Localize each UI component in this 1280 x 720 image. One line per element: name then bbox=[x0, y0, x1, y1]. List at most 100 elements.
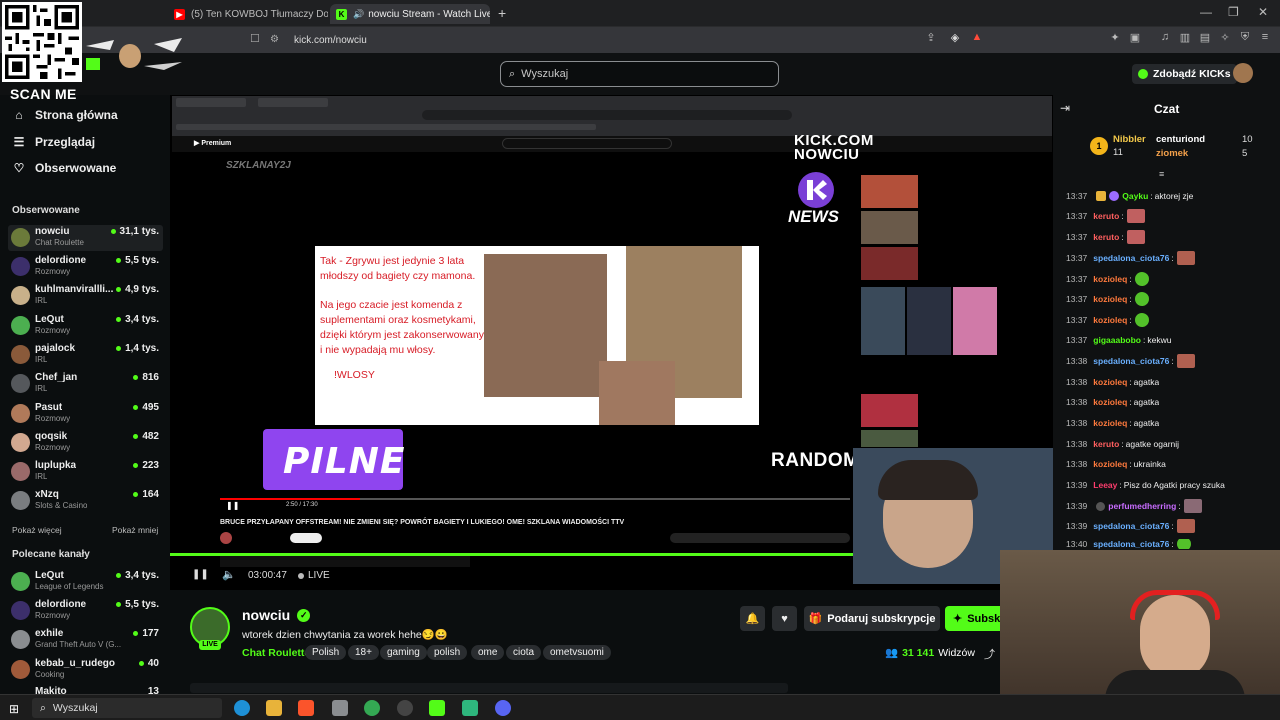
followed-channel-item[interactable]: xNzq Slots & Casino 164 bbox=[8, 488, 163, 514]
message-user[interactable]: kozioleq bbox=[1093, 459, 1127, 469]
message-user[interactable]: keruto bbox=[1093, 232, 1119, 242]
followed-channel-item[interactable]: qoqsik Rozmowy 482 bbox=[8, 430, 163, 456]
message-user[interactable]: Leeay bbox=[1093, 480, 1117, 490]
youtube-logo-icon: ▶ Premium bbox=[194, 140, 232, 147]
message-user[interactable]: Qayku bbox=[1122, 191, 1148, 201]
user-avatar[interactable] bbox=[1233, 63, 1253, 83]
tag-chip[interactable]: ometvsuomi bbox=[543, 645, 611, 660]
message-user[interactable]: kozioleq bbox=[1093, 315, 1127, 325]
vpn-icon[interactable]: ⛨ bbox=[1238, 31, 1252, 45]
close-window-icon[interactable]: ✕ bbox=[1258, 5, 1268, 19]
share-icon[interactable]: ⇪ bbox=[924, 31, 938, 45]
subscribe-button[interactable]: ✦ Subsk bbox=[945, 606, 1005, 631]
recommended-channel-item[interactable]: exhile Grand Theft Auto V (G... 177 bbox=[8, 627, 163, 653]
channel-name-heading[interactable]: nowciu ✓ bbox=[242, 607, 311, 623]
browser-tab-kick[interactable]: K 🔊 nowciu Stream - Watch Live o ✕ bbox=[330, 4, 490, 24]
nav-following[interactable]: ♡ Obserwowane bbox=[12, 158, 117, 178]
obs-icon[interactable] bbox=[397, 700, 413, 716]
recommended-channel-item[interactable]: LeQut League of Legends 3,4 tys. bbox=[8, 569, 163, 595]
tab-label: nowciu Stream - Watch Live o bbox=[368, 8, 490, 20]
tag-chip[interactable]: ome bbox=[471, 645, 505, 660]
nav-home[interactable]: ⌂ Strona główna bbox=[12, 105, 117, 125]
message-user[interactable]: spedalona_ciota76 bbox=[1093, 356, 1169, 366]
tag-chip[interactable]: polish bbox=[427, 645, 468, 660]
discord-icon[interactable] bbox=[495, 700, 511, 716]
wallet-icon[interactable]: ▤ bbox=[1198, 31, 1212, 45]
menu-icon[interactable]: ≡ bbox=[1258, 31, 1272, 45]
message-user[interactable]: spedalona_ciota76 bbox=[1093, 521, 1169, 531]
kick-app-icon[interactable] bbox=[429, 700, 445, 716]
message-user[interactable]: kozioleq bbox=[1093, 294, 1127, 304]
message-user[interactable]: kozioleq bbox=[1093, 418, 1127, 428]
search-input[interactable]: ⌕ Wyszukaj bbox=[500, 61, 779, 87]
followed-channel-item[interactable]: kuhlmanvirallli... IRL 4,9 tys. bbox=[8, 283, 163, 309]
notification-bell-button[interactable]: 🔔 bbox=[740, 606, 765, 631]
sidebar-icon[interactable]: ▥ bbox=[1178, 31, 1192, 45]
share-icon[interactable]: ⤴ bbox=[984, 646, 995, 662]
breaking-news-banner: PILNE bbox=[263, 429, 404, 490]
message-user[interactable]: keruto bbox=[1093, 439, 1119, 449]
url-field[interactable]: ⚙ kick.com/nowciu bbox=[270, 31, 367, 49]
collapse-chat-icon[interactable]: ⇥ bbox=[1060, 101, 1070, 115]
recommended-channel-item[interactable]: delordione Rozmowy 5,5 tys. bbox=[8, 598, 163, 624]
channel-name: Pasut bbox=[35, 402, 63, 413]
followed-channel-item[interactable]: nowciu Chat Roulette 31,1 tys. bbox=[8, 225, 163, 251]
show-less-link[interactable]: Pokaż mniej bbox=[112, 525, 158, 535]
screenshot-icon[interactable]: ▣ bbox=[1128, 31, 1142, 45]
tag-chip[interactable]: ciota bbox=[506, 645, 542, 660]
tag-chip[interactable]: 18+ bbox=[348, 645, 379, 660]
chrome-icon[interactable] bbox=[364, 700, 380, 716]
extensions-icon[interactable]: ✦ bbox=[1108, 31, 1122, 45]
get-kicks-button[interactable]: Zdobądź KICKs bbox=[1132, 64, 1237, 84]
brave-shield-icon[interactable]: ◈ bbox=[948, 31, 962, 45]
message-colon: : bbox=[1129, 397, 1132, 407]
viewer-count: 495 bbox=[133, 402, 159, 413]
followed-channel-item[interactable]: delordione Rozmowy 5,5 tys. bbox=[8, 254, 163, 280]
app-icon[interactable] bbox=[462, 700, 478, 716]
message-user[interactable]: gigaaabobo bbox=[1093, 335, 1141, 345]
bookmark-icon[interactable]: ☐ bbox=[250, 32, 260, 45]
recommended-channel-item[interactable]: kebab_u_rudego Cooking 40 bbox=[8, 657, 163, 683]
nav-browse[interactable]: ☰ Przeglądaj bbox=[12, 132, 95, 152]
brave-icon[interactable] bbox=[298, 700, 314, 716]
app-icon[interactable] bbox=[332, 700, 348, 716]
search-icon: ⌕ bbox=[509, 67, 516, 80]
follow-button[interactable]: ♥ bbox=[772, 606, 797, 631]
recommended-channel-item[interactable]: Makito 13 bbox=[8, 686, 163, 694]
tag-chip[interactable]: Polish bbox=[305, 645, 347, 660]
minimize-icon[interactable]: — bbox=[1200, 5, 1212, 19]
message-user[interactable]: kozioleq bbox=[1093, 397, 1127, 407]
edge-icon[interactable] bbox=[234, 700, 250, 716]
brave-rewards-icon[interactable]: ▲ bbox=[970, 31, 984, 45]
gift-subscription-button[interactable]: 🎁 Podaruj subskrypcje bbox=[804, 606, 940, 631]
show-more-link[interactable]: Pokaż więcej bbox=[12, 525, 62, 535]
browser-tab-youtube[interactable]: ▶ (5) Ten KOWBOJ Tłumaczy Do Czego bbox=[168, 4, 328, 24]
stream-category-link[interactable]: Chat Roulette bbox=[242, 647, 310, 659]
pause-icon[interactable]: ❚❚ bbox=[192, 569, 209, 580]
tag-chip[interactable]: gaming bbox=[380, 645, 427, 660]
message-user[interactable]: spedalona_ciota76 bbox=[1093, 539, 1169, 549]
message-user[interactable]: spedalona_ciota76 bbox=[1093, 253, 1169, 263]
new-tab-button[interactable]: + bbox=[498, 5, 506, 21]
kick-overlay-line2: NOWCIU bbox=[794, 146, 860, 163]
followed-channel-item[interactable]: luplupka IRL 223 bbox=[8, 459, 163, 485]
taskbar-search[interactable]: ⌕ Wyszukaj bbox=[32, 698, 222, 718]
restore-icon[interactable]: ❐ bbox=[1228, 5, 1239, 19]
channel-category: Slots & Casino bbox=[35, 501, 88, 510]
message-user[interactable]: keruto bbox=[1093, 211, 1119, 221]
windows-start-icon[interactable]: ⊞ bbox=[9, 702, 19, 716]
followed-channel-item[interactable]: LeQut Rozmowy 3,4 tys. bbox=[8, 313, 163, 339]
followed-channel-item[interactable]: Chef_jan IRL 816 bbox=[8, 371, 163, 397]
live-dot-icon bbox=[116, 258, 122, 263]
volume-icon[interactable]: 🔈 bbox=[222, 568, 236, 581]
media-icon[interactable]: ♫ bbox=[1158, 31, 1172, 45]
leo-icon[interactable]: ✧ bbox=[1218, 31, 1232, 45]
message-user[interactable]: perfumedherring bbox=[1108, 501, 1176, 511]
site-settings-icon[interactable]: ⚙ bbox=[270, 34, 282, 46]
followed-channel-item[interactable]: pajalock IRL 1,4 tys. bbox=[8, 342, 163, 368]
expand-gifters-icon[interactable]: ≡ bbox=[1159, 169, 1164, 179]
file-explorer-icon[interactable] bbox=[266, 700, 282, 716]
followed-channel-item[interactable]: Pasut Rozmowy 495 bbox=[8, 401, 163, 427]
message-user[interactable]: kozioleq bbox=[1093, 274, 1127, 284]
message-user[interactable]: kozioleq bbox=[1093, 377, 1127, 387]
